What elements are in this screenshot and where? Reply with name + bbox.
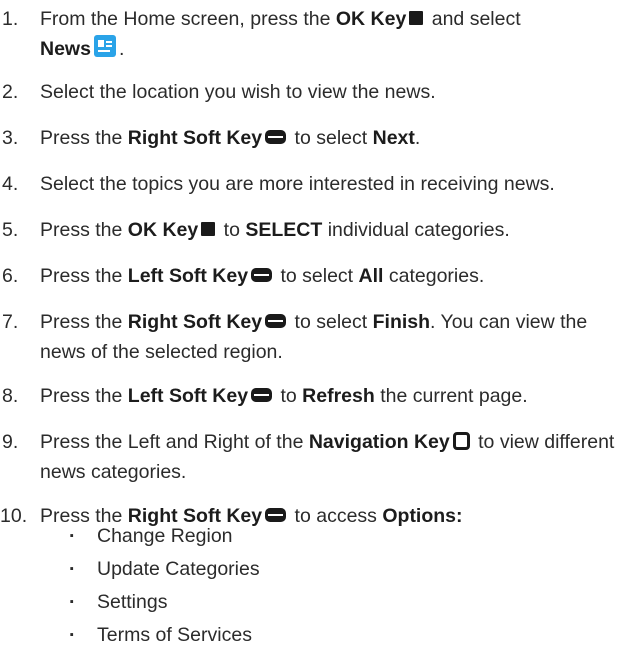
news-app-icon bbox=[93, 34, 116, 57]
bullet: · bbox=[69, 558, 76, 580]
step-number: 1. bbox=[2, 8, 19, 30]
step-text: Select the topics you are more intereste… bbox=[40, 173, 555, 195]
ok-key-icon bbox=[409, 10, 424, 25]
step-number: 9. bbox=[2, 431, 19, 453]
bullet: · bbox=[69, 624, 76, 646]
step-number: 8. bbox=[2, 385, 19, 407]
option-label: Change Region bbox=[97, 525, 233, 547]
right-soft-key-label: Right Soft Key bbox=[127, 311, 263, 333]
step-number: 6. bbox=[2, 265, 19, 287]
step-number: 5. bbox=[2, 219, 19, 241]
navigation-key-label: Navigation Key bbox=[308, 431, 450, 453]
step-text: Select the location you wish to view the… bbox=[40, 81, 436, 103]
step-text: Press the Left and Right of the Navigati… bbox=[40, 431, 615, 483]
bullet: · bbox=[69, 525, 76, 547]
news-label: News bbox=[40, 38, 91, 60]
step-number: 3. bbox=[2, 127, 19, 149]
left-soft-key-label: Left Soft Key bbox=[127, 385, 249, 407]
option-label: Update Categories bbox=[97, 558, 260, 580]
ok-key-label: OK Key bbox=[127, 219, 199, 241]
soft-key-icon bbox=[251, 267, 273, 282]
step-number: 7. bbox=[2, 311, 19, 333]
step-text: Press the Left Soft Key to Refresh the c… bbox=[40, 385, 528, 407]
option-label: Settings bbox=[97, 591, 168, 613]
right-soft-key-label: Right Soft Key bbox=[127, 127, 263, 149]
ok-key-label: OK Key bbox=[335, 8, 407, 30]
soft-key-icon bbox=[251, 387, 273, 402]
navigation-key-icon bbox=[452, 431, 470, 450]
ok-key-icon bbox=[201, 221, 216, 236]
step-number: 10. bbox=[0, 505, 28, 527]
step-text: Press the OK Key to SELECT individual ca… bbox=[40, 219, 510, 241]
step-number: 2. bbox=[2, 81, 19, 103]
step-text: Press the Right Soft Key to select Finis… bbox=[40, 311, 588, 363]
step-text: From the Home screen, press the OK Key a… bbox=[40, 8, 521, 60]
news-instructions: 1. From the Home screen, press the OK Ke… bbox=[0, 0, 636, 651]
step-text: Press the Right Soft Key to select Next. bbox=[40, 127, 421, 149]
step-text: Press the Left Soft Key to select All ca… bbox=[40, 265, 485, 287]
soft-key-icon bbox=[265, 129, 287, 144]
option-label: Terms of Services bbox=[97, 624, 252, 646]
bullet: · bbox=[69, 591, 76, 613]
soft-key-icon bbox=[265, 507, 287, 522]
step-number: 4. bbox=[2, 173, 19, 195]
soft-key-icon bbox=[265, 313, 287, 328]
left-soft-key-label: Left Soft Key bbox=[127, 265, 249, 287]
